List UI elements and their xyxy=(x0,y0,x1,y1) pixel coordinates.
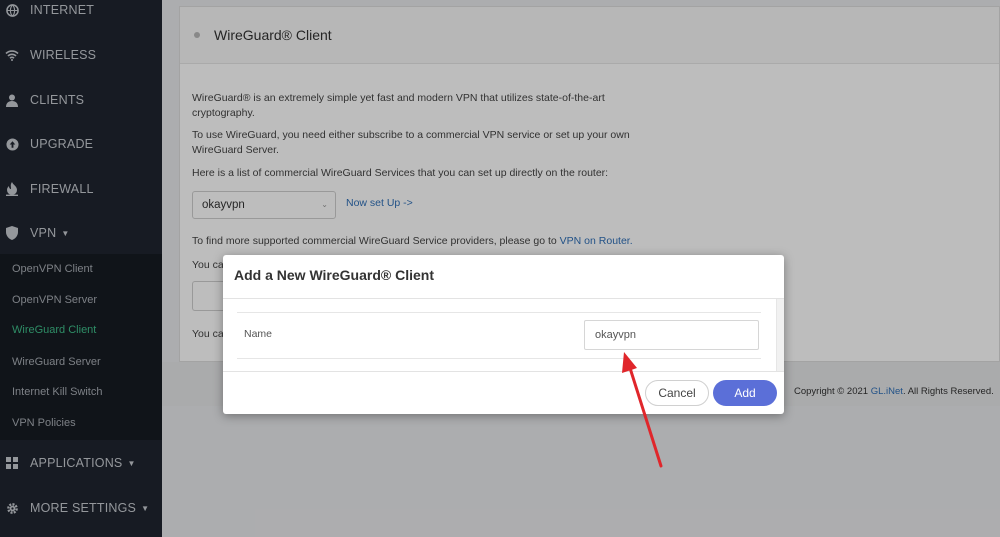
dialog-scrollbar[interactable] xyxy=(776,299,784,371)
cancel-button[interactable]: Cancel xyxy=(645,380,709,406)
divider xyxy=(223,298,784,299)
dialog-title: Add a New WireGuard® Client xyxy=(234,267,434,283)
name-input[interactable] xyxy=(584,320,759,350)
add-button[interactable]: Add xyxy=(713,380,777,406)
add-client-dialog: Add a New WireGuard® Client Name Cancel … xyxy=(223,255,784,414)
divider xyxy=(223,371,784,372)
divider xyxy=(237,312,761,313)
divider xyxy=(237,358,761,359)
name-label: Name xyxy=(244,328,273,340)
